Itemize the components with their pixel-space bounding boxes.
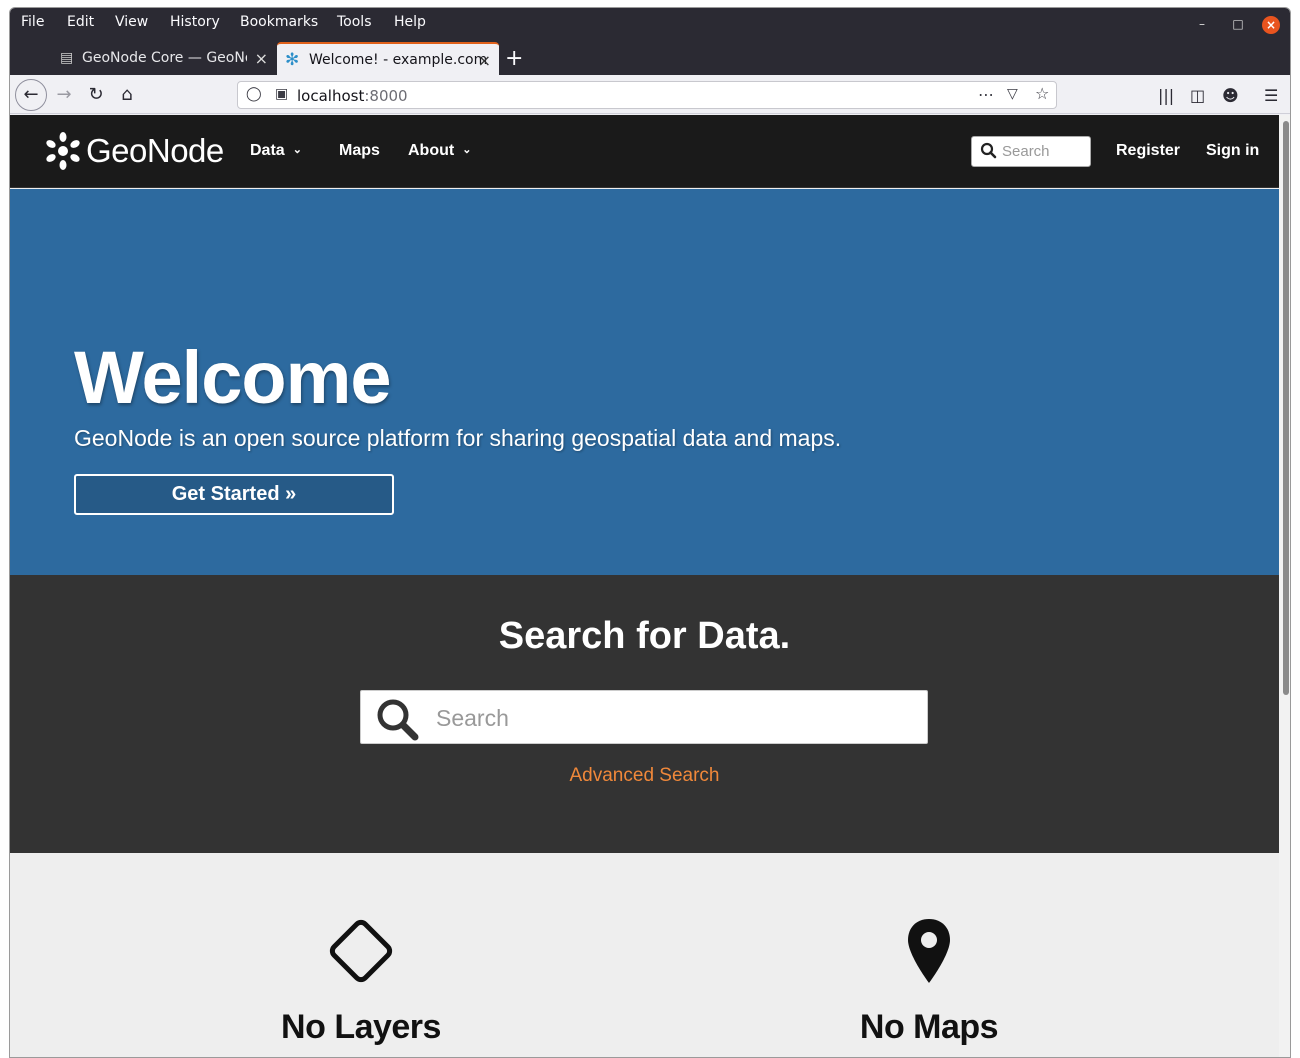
main-search-input[interactable] — [436, 703, 906, 733]
page-viewport: GeoNode Data ⌄ Maps About ⌄ Register Sign … — [10, 115, 1279, 1057]
nav-search-input[interactable] — [1002, 141, 1086, 162]
menu-edit[interactable]: Edit — [67, 14, 94, 30]
diamond-icon — [329, 919, 393, 983]
new-tab-icon[interactable]: + — [505, 46, 523, 71]
map-marker-icon — [908, 919, 950, 983]
url-port: :8000 — [364, 87, 408, 105]
close-window-icon[interactable]: × — [1262, 16, 1280, 34]
browser-toolbar: ← → ↻ ⌂ ◯ ▣ localhost:8000 ⋯ ▽ ☆ ||| ◫ ☻… — [10, 75, 1290, 114]
minimize-icon[interactable]: – — [1194, 16, 1210, 32]
nav-about-dropdown[interactable]: About ⌄ — [408, 142, 471, 160]
menu-help[interactable]: Help — [394, 14, 426, 30]
document-icon: ▤ — [60, 50, 74, 66]
search-section-title: Search for Data. — [498, 615, 791, 657]
site-navbar: GeoNode Data ⌄ Maps About ⌄ Register Sign … — [10, 115, 1279, 188]
menu-view[interactable]: View — [115, 14, 148, 30]
menu-bookmarks[interactable]: Bookmarks — [240, 14, 318, 30]
geonode-logo-icon — [46, 132, 80, 170]
page-scrollbar[interactable] — [1279, 115, 1290, 1057]
main-search-box — [360, 690, 928, 744]
nav-search-box — [971, 136, 1091, 167]
menu-tools[interactable]: Tools — [337, 14, 372, 30]
bookmark-star-icon[interactable]: ☆ — [1035, 84, 1049, 103]
menu-file[interactable]: File — [21, 14, 44, 30]
pocket-icon[interactable]: ▽ — [1007, 86, 1018, 102]
layers-count-label: No Layers — [281, 1008, 441, 1046]
menu-history[interactable]: History — [170, 14, 220, 30]
search-section: Search for Data. Advanced Search — [10, 575, 1279, 853]
logo-text: GeoNode — [86, 132, 224, 169]
tab-welcome[interactable]: ✻ Welcome! - example.com × — [277, 42, 499, 75]
advanced-search-link[interactable]: Advanced Search — [10, 765, 1279, 787]
geonode-favicon-icon: ✻ — [285, 50, 300, 70]
nav-data-label: Data — [250, 142, 285, 159]
maximize-icon[interactable]: □ — [1230, 16, 1246, 32]
hero-subtitle: GeoNode is an open source platform for s… — [74, 425, 842, 451]
get-started-button[interactable]: Get Started » — [74, 474, 394, 515]
tab-label: GeoNode Core — GeoNode — [82, 50, 247, 66]
nav-data-dropdown[interactable]: Data ⌄ — [250, 142, 302, 160]
hero-title: Welcome — [74, 336, 392, 419]
url-text[interactable]: localhost:8000 — [297, 87, 408, 105]
hamburger-menu-icon[interactable]: ☰ — [1264, 86, 1278, 105]
sign-in-link[interactable]: Sign in — [1206, 142, 1259, 160]
url-bar[interactable]: ◯ ▣ localhost:8000 ⋯ ▽ ☆ — [237, 81, 1057, 109]
home-icon[interactable]: ⌂ — [113, 81, 141, 109]
shield-icon[interactable]: ◯ — [246, 86, 262, 102]
sidebar-icon[interactable]: ◫ — [1190, 86, 1205, 105]
close-tab-icon[interactable]: × — [255, 49, 268, 68]
search-icon — [980, 142, 997, 159]
register-link[interactable]: Register — [1116, 142, 1180, 160]
page-info-icon[interactable]: ▣ — [275, 86, 288, 102]
geonode-logo[interactable]: GeoNode — [43, 129, 224, 173]
browser-window: File Edit View History Bookmarks Tools H… — [9, 7, 1291, 1058]
reload-icon[interactable]: ↻ — [82, 81, 110, 109]
stats-section: No Layers No Maps — [10, 853, 1279, 1057]
chevron-down-icon: ⌄ — [292, 144, 302, 156]
maps-count-label: No Maps — [859, 1008, 999, 1046]
tab-label: Welcome! - example.com — [309, 52, 488, 68]
search-icon — [377, 699, 419, 741]
tab-geonode-core[interactable]: ▤ GeoNode Core — GeoNode × — [50, 42, 276, 75]
nav-maps-link[interactable]: Maps — [339, 142, 380, 160]
scrollbar-thumb[interactable] — [1283, 121, 1289, 695]
hero-banner: Welcome GeoNode is an open source platfo… — [10, 189, 1279, 575]
menu-bar: File Edit View History Bookmarks Tools H… — [10, 8, 1290, 37]
account-icon[interactable]: ☻ — [1222, 86, 1239, 105]
nav-about-label: About — [408, 142, 455, 159]
more-actions-icon[interactable]: ⋯ — [978, 85, 994, 104]
chevron-down-icon: ⌄ — [462, 144, 472, 156]
back-arrow-icon[interactable]: ← — [15, 79, 47, 111]
library-icon[interactable]: ||| — [1158, 86, 1174, 105]
browser-chrome: File Edit View History Bookmarks Tools H… — [10, 8, 1290, 75]
url-host: localhost — [297, 87, 365, 105]
forward-arrow-icon[interactable]: → — [50, 81, 78, 109]
close-tab-icon[interactable]: × — [478, 51, 491, 70]
